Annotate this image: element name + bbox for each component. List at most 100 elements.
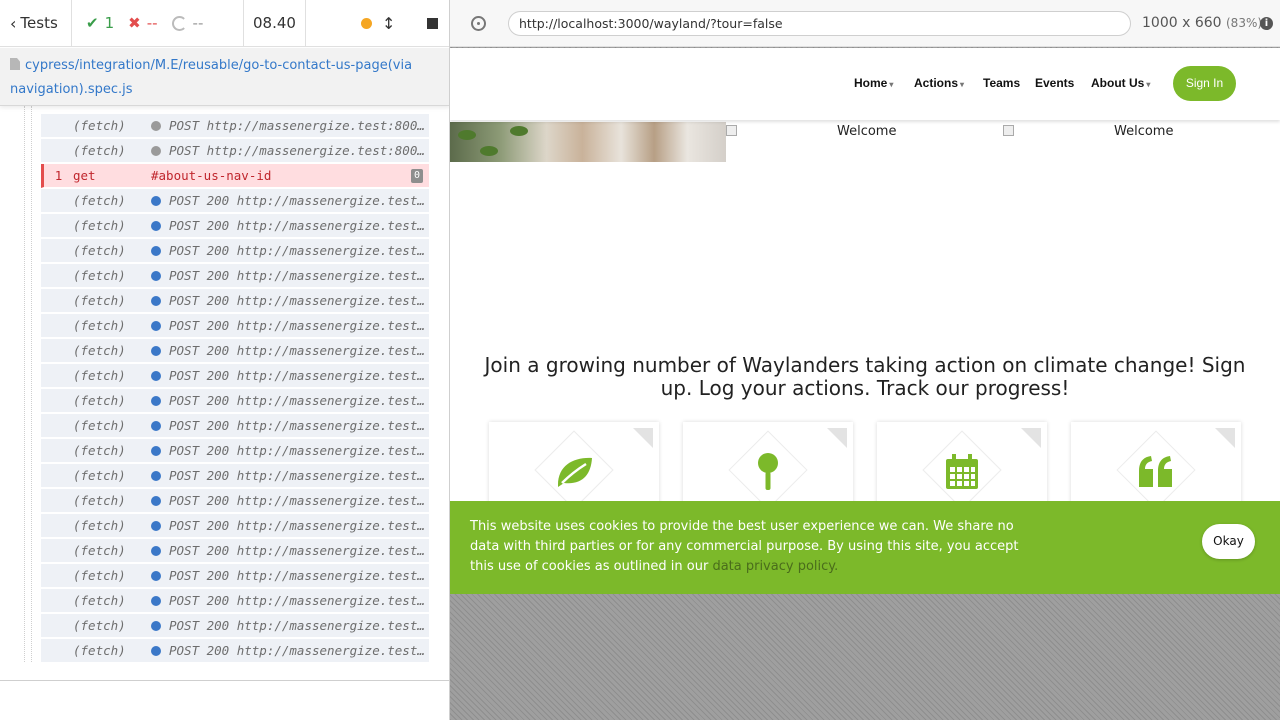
command-row[interactable]: (fetch) POST 200 http://massenergize.test… [41, 539, 429, 563]
card-corner [1021, 428, 1041, 448]
command-method: get [73, 168, 96, 183]
failed-count-value: -- [146, 14, 158, 32]
chevron-down-icon: ▾ [960, 80, 965, 89]
tests-label: Tests [20, 14, 58, 32]
url-field[interactable]: http://localhost:3000/wayland/?tour=fals… [508, 11, 1131, 36]
command-row[interactable]: (fetch) POST 200 http://massenergize.test… [41, 264, 429, 288]
command-row[interactable]: (fetch) POST 200 http://massenergize.test… [41, 614, 429, 638]
feature-card[interactable] [877, 422, 1047, 512]
app-iframe: Home ▾ Actions ▾ Teams Events About Us ▾ Si… [450, 48, 1280, 594]
command-row[interactable]: (fetch) POST 200 http://massenergize.test… [41, 439, 429, 463]
command-method: (fetch) [73, 268, 126, 283]
command-method: (fetch) [73, 243, 126, 258]
command-message: POST 200 http://massenergize.test… [169, 243, 425, 258]
status-dot-icon [151, 370, 161, 381]
status-dot-icon [151, 195, 161, 206]
status-dot-icon [151, 320, 161, 331]
command-message: POST 200 http://massenergize.test… [169, 418, 425, 433]
command-log: (fetch) POST http://massenergize.test:800… [0, 106, 449, 680]
spec-path-text: cypress/integration/M.E/reusable/go-to-c… [10, 58, 413, 97]
selector-playground-icon[interactable] [471, 16, 486, 31]
element-count-badge: 0 [410, 169, 423, 183]
command-method: (fetch) [73, 218, 126, 233]
nav-home[interactable]: Home ▾ [854, 76, 893, 90]
spec-file-link[interactable]: cypress/integration/M.E/reusable/go-to-c… [10, 54, 440, 102]
command-row[interactable]: (fetch) POST 200 http://massenergize.test… [41, 589, 429, 613]
welcome-alt-text: Welcome [837, 124, 897, 139]
viewport-size: 1000 x 660 (83%) [1142, 15, 1262, 31]
command-message: POST 200 http://massenergize.test… [169, 393, 425, 408]
cookie-message: This website uses cookies to provide the… [470, 517, 1030, 577]
reporter-stats-bar: ‹ Tests ✔ 1 ✖ -- -- 08.40 ↕ [0, 0, 449, 47]
command-method: (fetch) [73, 343, 126, 358]
broken-image-icon [1003, 125, 1014, 136]
pin-icon [743, 452, 793, 492]
command-method: (fetch) [73, 618, 126, 633]
chevron-left-icon: ‹ [10, 13, 17, 33]
sign-in-button[interactable]: Sign In [1173, 66, 1236, 101]
cookie-okay-button[interactable]: Okay [1202, 524, 1255, 559]
status-dot-icon [151, 145, 161, 156]
command-row[interactable]: (fetch) POST 200 http://massenergize.test… [41, 239, 429, 263]
chevron-down-icon: ▾ [889, 80, 894, 89]
command-row[interactable]: (fetch) POST 200 http://massenergize.test… [41, 289, 429, 313]
command-row[interactable]: (fetch) POST 200 http://massenergize.test… [41, 389, 429, 413]
pending-count-value: -- [192, 14, 204, 32]
command-row[interactable]: (fetch) POST 200 http://massenergize.test… [41, 639, 429, 663]
command-method: (fetch) [73, 393, 126, 408]
command-row[interactable]: (fetch) POST 200 http://massenergize.test… [41, 314, 429, 338]
feature-card[interactable] [1071, 422, 1241, 512]
nav-actions[interactable]: Actions ▾ [914, 76, 964, 90]
nav-teams[interactable]: Teams [983, 76, 1020, 90]
failed-command-row[interactable]: 1 get #about-us-nav-id 0 [41, 164, 429, 188]
command-row[interactable]: (fetch) POST 200 http://massenergize.test… [41, 214, 429, 238]
feature-card[interactable] [489, 422, 659, 512]
command-row[interactable]: (fetch) POST 200 http://massenergize.test… [41, 514, 429, 538]
command-method: (fetch) [73, 118, 126, 133]
command-method: (fetch) [73, 443, 126, 458]
nav-teams-label: Teams [983, 76, 1021, 90]
command-row[interactable]: (fetch) POST 200 http://massenergize.test… [41, 189, 429, 213]
tests-back-button[interactable]: ‹ Tests [0, 0, 72, 47]
command-message: POST 200 http://massenergize.test… [169, 368, 425, 383]
pending-spinner-icon [171, 15, 187, 31]
command-row[interactable]: (fetch) POST 200 http://massenergize.test… [41, 464, 429, 488]
card-corner [827, 428, 847, 448]
command-row[interactable]: (fetch) POST 200 http://massenergize.test… [41, 489, 429, 513]
command-row[interactable]: (fetch) POST http://massenergize.test:800… [41, 114, 429, 138]
photo-detail [458, 130, 476, 140]
nav-about-us[interactable]: About Us ▾ [1091, 76, 1150, 90]
spec-file-header: cypress/integration/M.E/reusable/go-to-c… [0, 48, 449, 106]
info-icon[interactable]: i [1260, 17, 1273, 30]
hero-photo [450, 122, 726, 162]
status-dot-icon [151, 645, 161, 656]
command-method: (fetch) [73, 468, 126, 483]
tree-rail [31, 106, 35, 662]
pending-count: -- [171, 14, 204, 32]
status-dot-icon [151, 520, 161, 531]
reporter-footer [0, 680, 449, 720]
site-navbar: Home ▾ Actions ▾ Teams Events About Us ▾ Si… [450, 48, 1280, 120]
photo-detail [480, 146, 498, 156]
nav-events[interactable]: Events [1035, 76, 1074, 90]
x-icon: ✖ [128, 14, 141, 32]
feature-card[interactable] [683, 422, 853, 512]
command-row[interactable]: (fetch) POST 200 http://massenergize.test… [41, 414, 429, 438]
command-method: (fetch) [73, 518, 126, 533]
calendar-icon [937, 452, 987, 492]
command-method: (fetch) [73, 493, 126, 508]
command-row[interactable]: (fetch) POST http://massenergize.test:800… [41, 139, 429, 163]
status-dot-icon [151, 345, 161, 356]
command-row[interactable]: (fetch) POST 200 http://massenergize.test… [41, 339, 429, 363]
status-dot-icon [151, 545, 161, 556]
command-row[interactable]: (fetch) POST 200 http://massenergize.test… [41, 564, 429, 588]
stop-button[interactable] [427, 17, 439, 29]
command-row[interactable]: (fetch) POST 200 http://massenergize.test… [41, 364, 429, 388]
privacy-policy-link[interactable]: data privacy policy. [712, 559, 838, 574]
status-dot-icon [151, 395, 161, 406]
command-method: (fetch) [73, 368, 126, 383]
auto-scroll-toggle-icon[interactable]: ↕ [382, 14, 395, 33]
chevron-down-icon: ▾ [1146, 80, 1151, 89]
welcome-image-broken: Welcome [1003, 124, 1173, 139]
command-message: POST 200 http://massenergize.test… [169, 468, 425, 483]
